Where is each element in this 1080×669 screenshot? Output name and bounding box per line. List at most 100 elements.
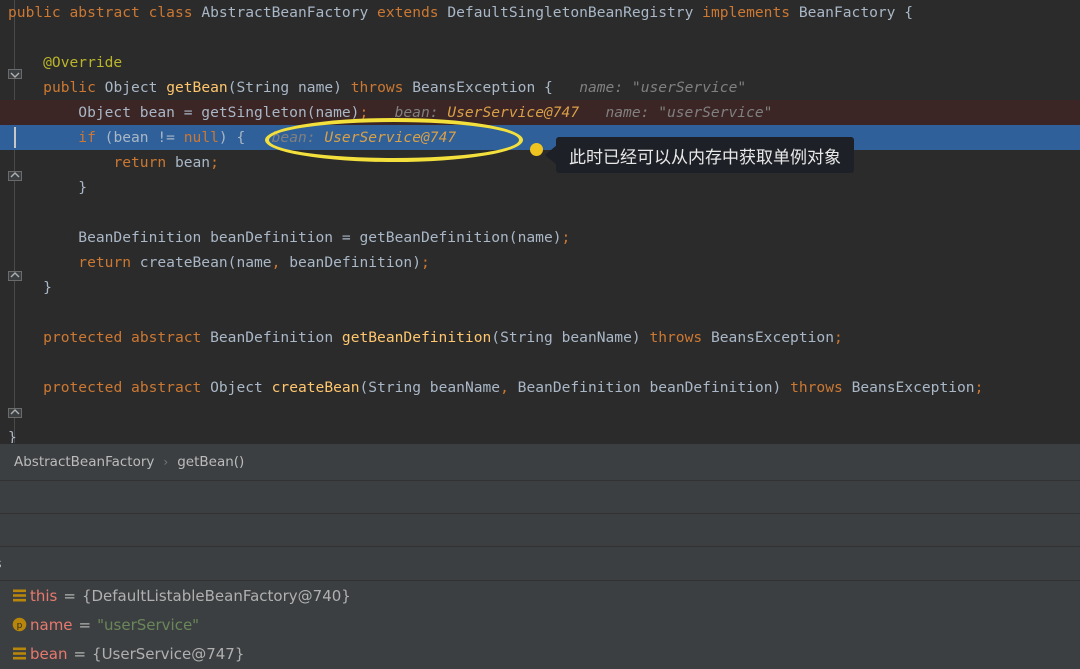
code-token: Object <box>104 79 167 96</box>
variable-value: {UserService@747} <box>92 644 245 663</box>
variable-row[interactable]: this = {DefaultListableBeanFactory@740} <box>0 581 1080 610</box>
code-token: implements <box>702 4 799 21</box>
code-token: ; <box>561 229 571 246</box>
variable-equals-sign: = <box>78 615 92 634</box>
code-line[interactable] <box>0 400 1080 425</box>
code-token: createBean(name <box>131 254 272 271</box>
variable-value: {DefaultListableBeanFactory@740} <box>81 586 351 605</box>
code-token: beanDefinition) <box>280 254 421 271</box>
code-token: bean: <box>368 104 448 121</box>
callout-bullet-dot <box>530 143 543 156</box>
code-token: } <box>8 429 17 443</box>
code-line[interactable] <box>0 300 1080 325</box>
code-line[interactable] <box>0 25 1080 50</box>
code-token: UserService@747 <box>447 104 580 121</box>
ide-debugger-screen: public abstract class AbstractBeanFactor… <box>0 0 1080 669</box>
code-token: Object bean = getSingleton(name) <box>8 104 360 121</box>
code-lines[interactable]: public abstract class AbstractBeanFactor… <box>0 0 1080 443</box>
code-token: BeansException <box>412 79 536 96</box>
code-token: ; <box>421 254 430 271</box>
code-token: return <box>113 154 167 171</box>
variables-list[interactable]: this = {DefaultListableBeanFactory@740} p na… <box>0 580 1080 669</box>
code-token: { <box>535 79 553 96</box>
parameter-icon: p <box>8 617 30 632</box>
object-icon <box>8 647 30 660</box>
breadcrumb-separator-icon: › <box>163 455 169 469</box>
code-line[interactable]: return createBean(name, beanDefinition); <box>0 250 1080 275</box>
code-token: protected <box>43 329 132 346</box>
code-token: } <box>8 279 52 296</box>
code-token: getBeanDefinition <box>341 329 492 346</box>
code-token: BeansException <box>851 379 975 396</box>
code-token: bean: <box>245 129 325 146</box>
variable-name: this <box>30 586 58 605</box>
code-token: BeanDefinition beanDefinition = getBeanD… <box>8 229 562 246</box>
code-line[interactable]: } <box>0 175 1080 200</box>
breadcrumb-class[interactable]: AbstractBeanFactory <box>14 454 154 470</box>
code-token: name: <box>579 104 659 121</box>
variables-panel-header[interactable]: bles <box>0 546 1080 580</box>
code-token: UserService@747 <box>324 129 457 146</box>
code-token: public <box>43 79 105 96</box>
code-token: getBean <box>166 79 228 96</box>
code-line[interactable]: BeanDefinition beanDefinition = getBeanD… <box>0 225 1080 250</box>
code-token: BeanDefinition <box>210 329 342 346</box>
code-token: , <box>500 379 509 396</box>
variable-row[interactable]: bean = {UserService@747} <box>0 639 1080 668</box>
code-line[interactable]: @Override <box>0 50 1080 75</box>
code-token: Object <box>210 379 272 396</box>
variable-row[interactable]: p name = "userService" <box>0 610 1080 639</box>
code-token: createBean <box>271 379 360 396</box>
code-line[interactable]: Object bean = getSingleton(name); bean: … <box>0 100 1080 125</box>
code-token: BeansException <box>710 329 834 346</box>
code-token: String <box>236 79 290 96</box>
code-token: "userService" <box>631 79 747 96</box>
code-token: ; <box>974 379 984 396</box>
breadcrumb-method[interactable]: getBean() <box>177 454 244 470</box>
code-token: if <box>78 129 96 146</box>
variable-value: "userService" <box>97 615 200 634</box>
code-token: ( <box>491 329 501 346</box>
object-icon <box>8 589 30 602</box>
code-line[interactable]: public abstract class AbstractBeanFactor… <box>0 0 1080 25</box>
breadcrumb[interactable]: AbstractBeanFactory › getBean() <box>0 443 1080 480</box>
code-line[interactable] <box>0 350 1080 375</box>
callout-text: 此时已经可以从内存中获取单例对象 <box>569 147 841 168</box>
variable-name: bean <box>30 644 68 663</box>
code-token: { <box>904 4 914 21</box>
debug-toolbar-strip-upper[interactable] <box>0 480 1080 513</box>
code-line[interactable]: } <box>0 425 1080 443</box>
code-token: class <box>148 4 202 21</box>
code-token: name) <box>289 79 351 96</box>
callout-tooltip: 此时已经可以从内存中获取单例对象 <box>545 137 854 173</box>
code-token: protected <box>43 379 132 396</box>
code-token: ; <box>833 329 843 346</box>
code-token: public <box>8 4 70 21</box>
code-editor[interactable]: public abstract class AbstractBeanFactor… <box>0 0 1080 443</box>
code-token: extends <box>377 4 448 21</box>
code-token: } <box>8 179 88 196</box>
code-line[interactable]: protected abstract BeanDefinition getBea… <box>0 325 1080 350</box>
code-token: bean <box>166 154 211 171</box>
code-token: ( <box>227 79 237 96</box>
code-line[interactable] <box>0 200 1080 225</box>
svg-text:p: p <box>16 621 22 631</box>
code-token: DefaultSingletonBeanRegistry <box>447 4 703 21</box>
code-line[interactable]: } <box>0 275 1080 300</box>
code-line[interactable]: protected abstract Object createBean(Str… <box>0 375 1080 400</box>
variables-tab-label[interactable]: bles <box>0 556 2 572</box>
code-token: abstract <box>69 4 149 21</box>
code-token: abstract <box>131 329 211 346</box>
debug-toolbar-strip-lower[interactable] <box>0 513 1080 546</box>
code-token: (bean <box>95 129 158 146</box>
code-token: BeanFactory <box>798 4 905 21</box>
code-token: != <box>157 129 175 146</box>
code-token: BeanDefinition beanDefinition) <box>508 379 791 396</box>
code-token: ) { <box>218 129 246 146</box>
code-line[interactable]: public Object getBean(String name) throw… <box>0 75 1080 100</box>
